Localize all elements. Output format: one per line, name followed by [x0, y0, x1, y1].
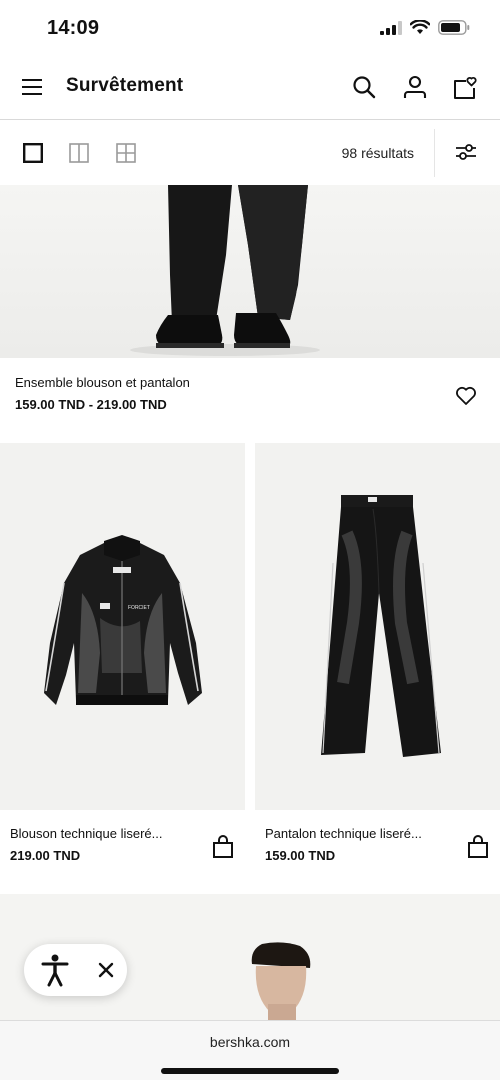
product-image[interactable]: [255, 443, 500, 810]
two-column-view-icon[interactable]: [69, 143, 89, 163]
hero-product-illustration: [0, 185, 500, 358]
product-price: 159.00 TND: [265, 848, 336, 863]
product-price: 219.00 TND: [10, 848, 81, 863]
jacket-illustration: FORCIET: [44, 535, 202, 705]
status-icons: [380, 20, 470, 35]
heart-icon[interactable]: [455, 386, 477, 406]
home-indicator: [161, 1068, 339, 1074]
browser-address-bar[interactable]: bershka.com: [0, 1020, 500, 1080]
account-icon[interactable]: [402, 74, 428, 100]
product-image[interactable]: FORCIET: [0, 443, 245, 810]
results-count: 98 résultats: [341, 145, 414, 161]
status-bar: 14:09: [0, 0, 500, 56]
accessibility-widget: [24, 944, 127, 996]
four-column-view-icon[interactable]: [116, 143, 136, 163]
app-header: Survêtement: [0, 56, 500, 120]
product-info: Pantalon technique liseré... 159.00 TND: [255, 810, 500, 893]
product-card[interactable]: Pantalon technique liseré... 159.00 TND: [255, 443, 500, 893]
product-card[interactable]: FORCIET Blouson technique liseré... 219.…: [0, 443, 245, 893]
toolbar-divider: [434, 129, 435, 177]
wifi-icon: [410, 20, 430, 34]
hero-product-price: 159.00 TND - 219.00 TND: [15, 397, 167, 412]
product-name[interactable]: Blouson technique liseré...: [10, 826, 162, 841]
page-title: Survêtement: [66, 75, 184, 96]
hero-product-info: Ensemble blouson et pantalon 159.00 TND …: [0, 358, 500, 443]
search-icon[interactable]: [351, 74, 377, 100]
product-info: Blouson technique liseré... 219.00 TND: [0, 810, 245, 893]
browser-url[interactable]: bershka.com: [0, 1034, 500, 1050]
hero-product-image[interactable]: [0, 185, 500, 358]
close-icon[interactable]: [94, 958, 118, 982]
hero-product-name[interactable]: Ensemble blouson et pantalon: [15, 375, 190, 390]
filter-icon[interactable]: [455, 142, 477, 162]
cellular-signal-icon: [380, 20, 402, 35]
battery-icon: [438, 20, 470, 35]
menu-icon[interactable]: [22, 78, 44, 96]
jacket-logo-text: FORCIET: [128, 605, 150, 611]
trousers-illustration: [321, 495, 441, 757]
wishlist-bag-icon[interactable]: [452, 74, 478, 100]
results-toolbar: 98 résultats: [0, 121, 500, 185]
status-time: 14:09: [47, 17, 100, 39]
single-column-view-icon[interactable]: [23, 143, 43, 163]
bag-icon[interactable]: [467, 835, 489, 859]
accessibility-icon[interactable]: [40, 953, 70, 987]
bag-icon[interactable]: [212, 835, 234, 859]
product-name[interactable]: Pantalon technique liseré...: [265, 826, 422, 841]
